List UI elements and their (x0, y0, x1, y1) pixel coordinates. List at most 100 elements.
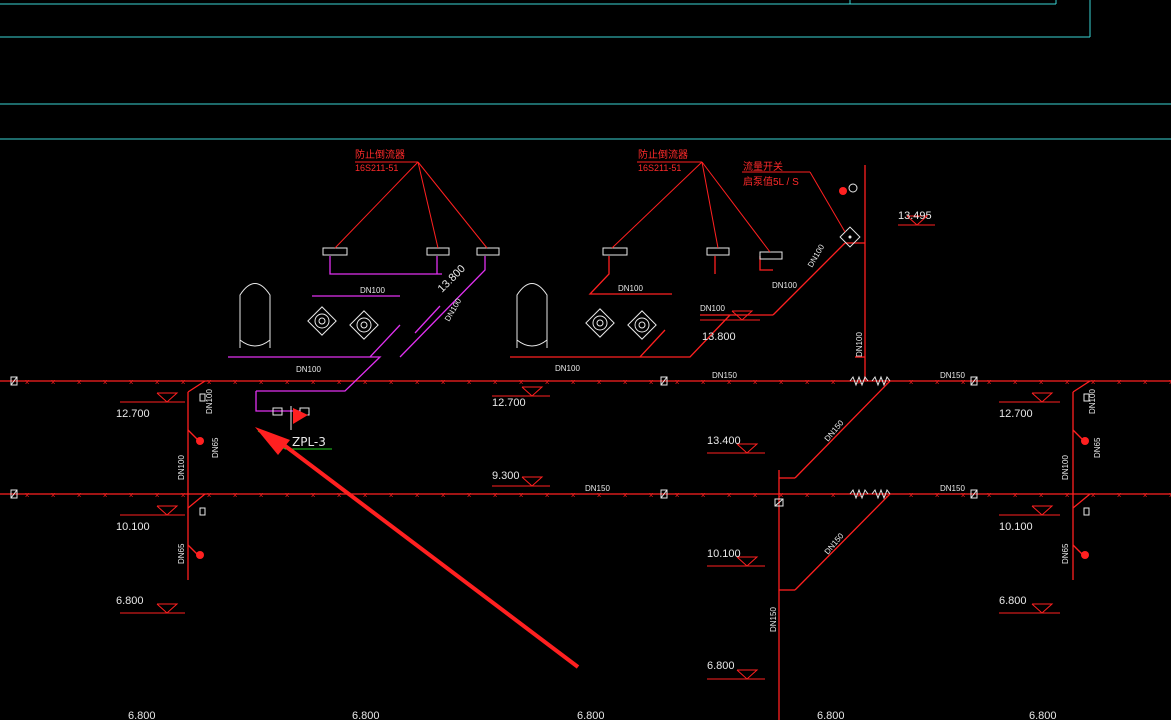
pipe-tick-mark: x (571, 491, 575, 499)
pipe-size-label: DN100 (1061, 455, 1070, 480)
elevation-label: 12.700 (999, 408, 1033, 420)
pipe-tick-mark: x (103, 378, 107, 386)
pipe-tick-mark: x (285, 378, 289, 386)
pipe-tick-mark: x (701, 491, 705, 499)
pump-mid-1 (585, 308, 615, 338)
flow-switch-riser[interactable] (700, 165, 866, 381)
pipe-size-label: DN65 (177, 543, 186, 564)
pipe-tick-mark: x (129, 378, 133, 386)
zone-label: ZPL-3 (292, 435, 326, 449)
pipe-tick-mark: x (103, 491, 107, 499)
pipe-tick-mark: x (1091, 491, 1095, 499)
flow-switch-title: 流量开关 (743, 160, 783, 173)
pipe-tick-mark: x (363, 491, 367, 499)
pipe-tick-mark: x (415, 491, 419, 499)
backflow-left-code: 16S211-51 (355, 163, 398, 173)
backflow-mid-title: 防止倒流器 (638, 148, 688, 161)
elevation-triangle (736, 669, 759, 680)
pipe-tick-mark: x (285, 491, 289, 499)
pipe-tick-mark: x (259, 491, 263, 499)
pipe-size-label: DN100 (1088, 389, 1097, 414)
elevation-label: 13.800 (436, 263, 468, 295)
pipe-tick-mark: x (311, 378, 315, 386)
spray-heads-mid (602, 247, 783, 260)
pump-left-2 (349, 310, 379, 340)
elevation-label: 13.800 (702, 331, 736, 343)
pipe-tick-mark: x (25, 378, 29, 386)
backflow-mid-code: 16S211-51 (638, 163, 681, 173)
pipe-tick-mark: x (233, 491, 237, 499)
annotation-arrow (255, 427, 580, 669)
pipe-tick-mark: x (545, 378, 549, 386)
pipe-tick-mark: x (987, 491, 991, 499)
pipe-tick-mark: x (701, 378, 705, 386)
elevation-triangle (156, 392, 179, 403)
pipe-tick-mark: x (337, 491, 341, 499)
pipe-tick-mark: x (441, 378, 445, 386)
pipe-tick-mark: x (337, 378, 341, 386)
elevation-triangle (521, 476, 544, 487)
elevation-label: 10.100 (116, 521, 150, 533)
pipe-tick-mark: x (623, 491, 627, 499)
pipe-tick-mark: x (181, 491, 185, 499)
pipe-size-label: DN100 (360, 286, 385, 295)
left-riser[interactable] (187, 380, 206, 580)
pipe-tick-mark: x (1039, 491, 1043, 499)
pipe-tick-mark: x (207, 491, 211, 499)
pipe-tick-mark: x (935, 378, 939, 386)
pipe-tick-mark: x (779, 378, 783, 386)
pipe-tick-mark: x (1013, 378, 1017, 386)
pipe-x-marks: x x x x x x x x x x x x x x x x x x x x x x x x x x x x x x x x x x x x x x x x… (25, 224, 1171, 680)
pipe-size-label: DN100 (772, 281, 797, 290)
pipe-tick-mark: x (181, 378, 185, 386)
pipe-tick-mark: x (623, 378, 627, 386)
pipe-size-label: DN150 (712, 371, 737, 380)
pump-mid-2 (627, 310, 657, 340)
pipe-size-label: DN65 (211, 437, 220, 458)
pipe-tick-mark: x (727, 491, 731, 499)
pipe-tick-mark: x (1039, 378, 1043, 386)
pipe-tick-mark: x (1065, 378, 1069, 386)
pipe-tick-mark: x (25, 491, 29, 499)
pipe-size-label: DN150 (823, 418, 846, 443)
elevation-triangle (156, 505, 179, 516)
pipe-size-label: DN150 (940, 484, 965, 493)
pipe-tick-mark: x (1117, 378, 1121, 386)
pipe-tick-mark: x (493, 378, 497, 386)
drawing-canvas[interactable]: x x x x x x x x x x x x x x x x x x x x x x x x x x x x x x x x x x x x x x x x… (0, 0, 1171, 720)
spray-heads-left (322, 247, 500, 256)
pipe-tick-mark: x (597, 378, 601, 386)
elevation-label: 6.800 (817, 710, 845, 720)
pipe-size-label: DN100 (555, 364, 580, 373)
pipe-size-label: DN65 (1061, 543, 1070, 564)
pipe-size-label: DN100 (855, 332, 864, 357)
pipe-tick-mark: x (441, 491, 445, 499)
pipe-tick-mark: x (649, 491, 653, 499)
pipe-tick-mark: x (1117, 491, 1121, 499)
elevation-triangle (156, 603, 179, 614)
elevation-label: 6.800 (707, 660, 735, 672)
pipe-tick-mark: x (545, 491, 549, 499)
elevation-triangle (1031, 603, 1054, 614)
elevation-label: 13.495 (898, 210, 932, 222)
pipe-tick-mark: x (389, 491, 393, 499)
elevation-label: 6.800 (999, 595, 1027, 607)
pipe-tick-mark: x (207, 378, 211, 386)
backflow-left-title: 防止倒流器 (355, 148, 405, 161)
pipe-tick-mark: x (1143, 378, 1147, 386)
pipe-tick-mark: x (77, 491, 81, 499)
pipe-tick-mark: x (467, 378, 471, 386)
pipe-tick-mark: x (493, 491, 497, 499)
pipe-tick-mark: x (909, 378, 913, 386)
elevation-triangle (1031, 392, 1054, 403)
elevation-label: 10.100 (707, 548, 741, 560)
pipe-size-label: DN150 (769, 607, 778, 632)
pipe-tick-mark: x (831, 378, 835, 386)
pipe-tick-mark: x (805, 378, 809, 386)
elevation-label: 13.400 (707, 435, 741, 447)
pipe-tick-mark: x (259, 378, 263, 386)
pipe-tick-mark: x (519, 378, 523, 386)
pipe-tick-mark: x (935, 491, 939, 499)
pipe-size-label: DN150 (823, 531, 846, 556)
elevation-label: 6.800 (128, 710, 156, 720)
